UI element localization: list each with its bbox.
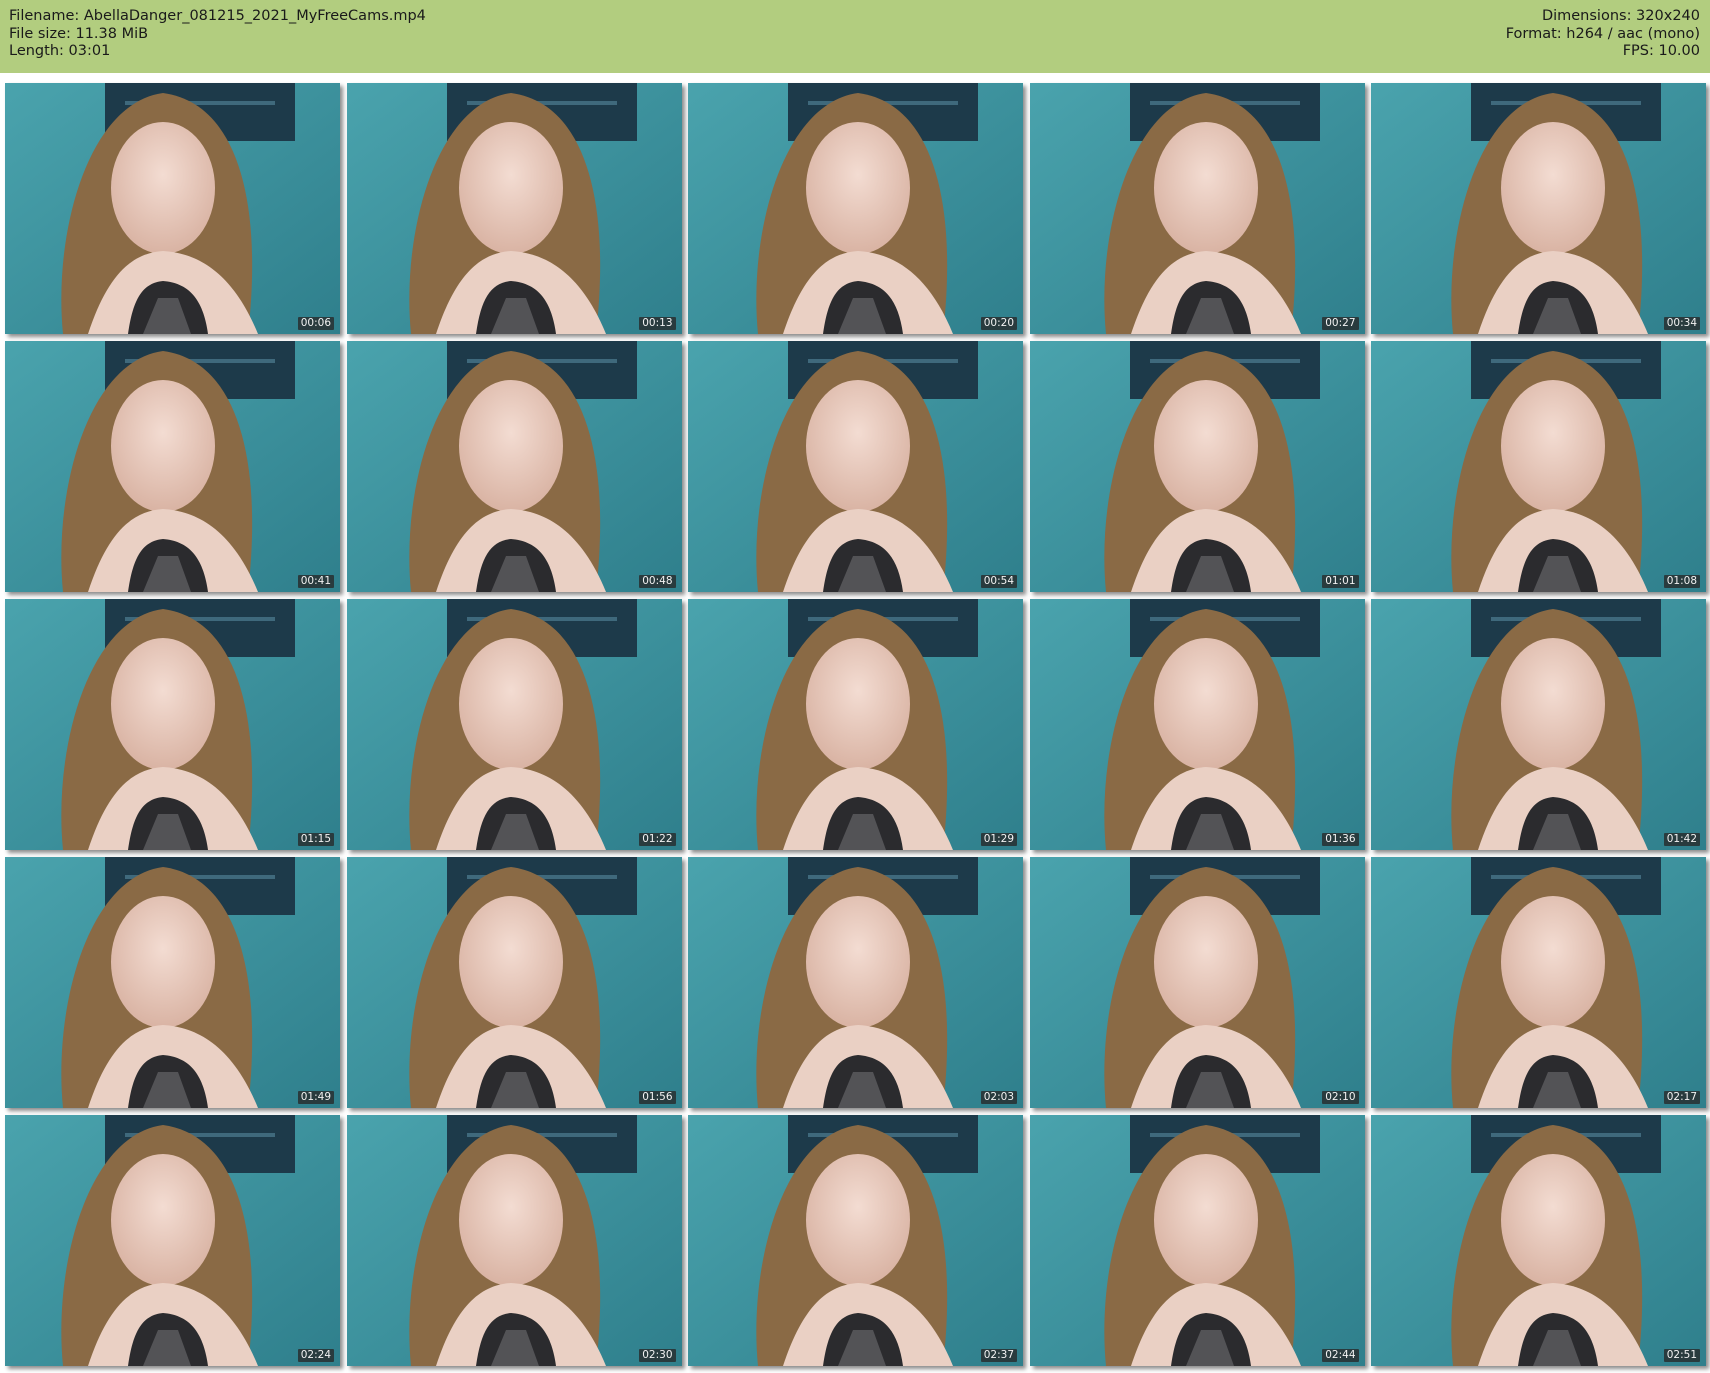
video-thumbnail: 00:34 (1371, 83, 1706, 334)
thumbnail-timestamp: 01:56 (639, 1091, 676, 1104)
video-frame-image (1029, 83, 1365, 334)
video-frame-image (5, 1115, 340, 1366)
video-frame-image (1371, 599, 1706, 850)
video-frame-image (346, 599, 682, 850)
thumbnail-timestamp: 00:41 (297, 575, 334, 588)
thumbnail-timestamp: 01:36 (1322, 833, 1359, 846)
thumbnail-timestamp: 01:01 (1322, 575, 1359, 588)
video-frame-image (1371, 857, 1706, 1108)
video-thumbnail: 00:48 (346, 341, 682, 592)
dimensions-text: Dimensions: 320x240 (1541, 8, 1700, 24)
video-thumbnail: 01:01 (1029, 341, 1365, 592)
video-thumbnail: 02:37 (688, 1115, 1023, 1366)
video-thumbnail: 01:56 (346, 857, 682, 1108)
video-frame-image (346, 83, 682, 334)
video-thumbnail: 00:13 (346, 83, 682, 334)
video-thumbnail: 01:08 (1371, 341, 1706, 592)
video-thumbnail: 01:29 (688, 599, 1023, 850)
thumbnail-timestamp: 01:22 (639, 833, 676, 846)
video-frame-image (688, 857, 1023, 1108)
video-thumbnail: 00:20 (688, 83, 1023, 334)
thumbnail-timestamp: 02:37 (980, 1349, 1017, 1362)
video-frame-image (5, 83, 340, 334)
video-thumbnail: 01:42 (1371, 599, 1706, 850)
video-info-header: Filename: AbellaDanger_081215_2021_MyFre… (0, 0, 1710, 73)
thumbnail-timestamp: 01:42 (1663, 833, 1700, 846)
filesize-text: File size: 11.38 MiB (9, 25, 149, 42)
video-thumbnail: 01:36 (1029, 599, 1365, 850)
file-info-right: Dimensions: 320x240 Format: h264 / aac (… (1506, 8, 1700, 61)
video-thumbnail: 02:24 (5, 1115, 340, 1366)
video-thumbnail: 02:44 (1029, 1115, 1365, 1366)
thumbnail-timestamp: 02:10 (1322, 1091, 1359, 1104)
video-frame-image (346, 1115, 682, 1366)
video-frame-image (346, 857, 682, 1108)
video-thumbnail: 00:41 (5, 341, 340, 592)
thumbnail-timestamp: 00:34 (1663, 317, 1700, 330)
fps-text: FPS: 10.00 (1622, 43, 1700, 59)
video-thumbnail: 02:17 (1371, 857, 1706, 1108)
thumbnail-timestamp: 02:44 (1322, 1349, 1359, 1362)
video-thumbnail: 02:10 (1029, 857, 1365, 1108)
video-thumbnail: 00:27 (1029, 83, 1365, 334)
thumbnail-timestamp: 00:06 (297, 317, 334, 330)
video-frame-image (5, 341, 340, 592)
video-thumbnail: 02:51 (1371, 1115, 1706, 1366)
video-thumbnail: 00:54 (688, 341, 1023, 592)
thumbnail-timestamp: 00:27 (1322, 317, 1359, 330)
thumbnail-timestamp: 02:51 (1663, 1349, 1700, 1362)
video-frame-image (1029, 1115, 1365, 1366)
thumbnail-grid: 00:06 00:13 00:20 00:27 00:34 00:41 00:4… (5, 83, 1706, 1366)
video-frame-image (1371, 83, 1706, 334)
thumbnail-timestamp: 00:48 (639, 575, 676, 588)
thumbnail-timestamp: 02:24 (297, 1349, 334, 1362)
thumbnail-timestamp: 00:20 (980, 317, 1017, 330)
video-frame-image (688, 341, 1023, 592)
thumbnail-timestamp: 02:03 (980, 1091, 1017, 1104)
video-frame-image (1029, 599, 1365, 850)
video-thumbnail: 00:06 (5, 83, 340, 334)
video-frame-image (5, 599, 340, 850)
video-frame-image (688, 83, 1023, 334)
thumbnail-timestamp: 00:13 (639, 317, 676, 330)
file-info-left: Filename: AbellaDanger_081215_2021_MyFre… (9, 8, 426, 61)
video-frame-image (688, 599, 1023, 850)
thumbnail-timestamp: 02:30 (639, 1349, 676, 1362)
thumbnail-timestamp: 01:29 (980, 833, 1017, 846)
video-frame-image (346, 341, 682, 592)
length-text: Length: 03:01 (9, 43, 111, 59)
format-text: Format: h264 / aac (mono) (1505, 25, 1700, 42)
video-frame-image (1371, 1115, 1706, 1366)
video-thumbnail: 01:49 (5, 857, 340, 1108)
video-frame-image (5, 857, 340, 1108)
video-thumbnail: 02:03 (688, 857, 1023, 1108)
video-frame-image (1029, 857, 1365, 1108)
video-thumbnail: 01:15 (5, 599, 340, 850)
video-thumbnail: 02:30 (346, 1115, 682, 1366)
thumbnail-timestamp: 01:08 (1663, 575, 1700, 588)
thumbnail-timestamp: 01:49 (297, 1091, 334, 1104)
video-frame-image (1029, 341, 1365, 592)
thumbnail-timestamp: 01:15 (297, 833, 334, 846)
video-frame-image (1371, 341, 1706, 592)
video-thumbnail: 01:22 (346, 599, 682, 850)
thumbnail-timestamp: 00:54 (980, 575, 1017, 588)
filename-text: Filename: AbellaDanger_081215_2021_MyFre… (9, 8, 426, 24)
video-frame-image (688, 1115, 1023, 1366)
thumbnail-timestamp: 02:17 (1663, 1091, 1700, 1104)
